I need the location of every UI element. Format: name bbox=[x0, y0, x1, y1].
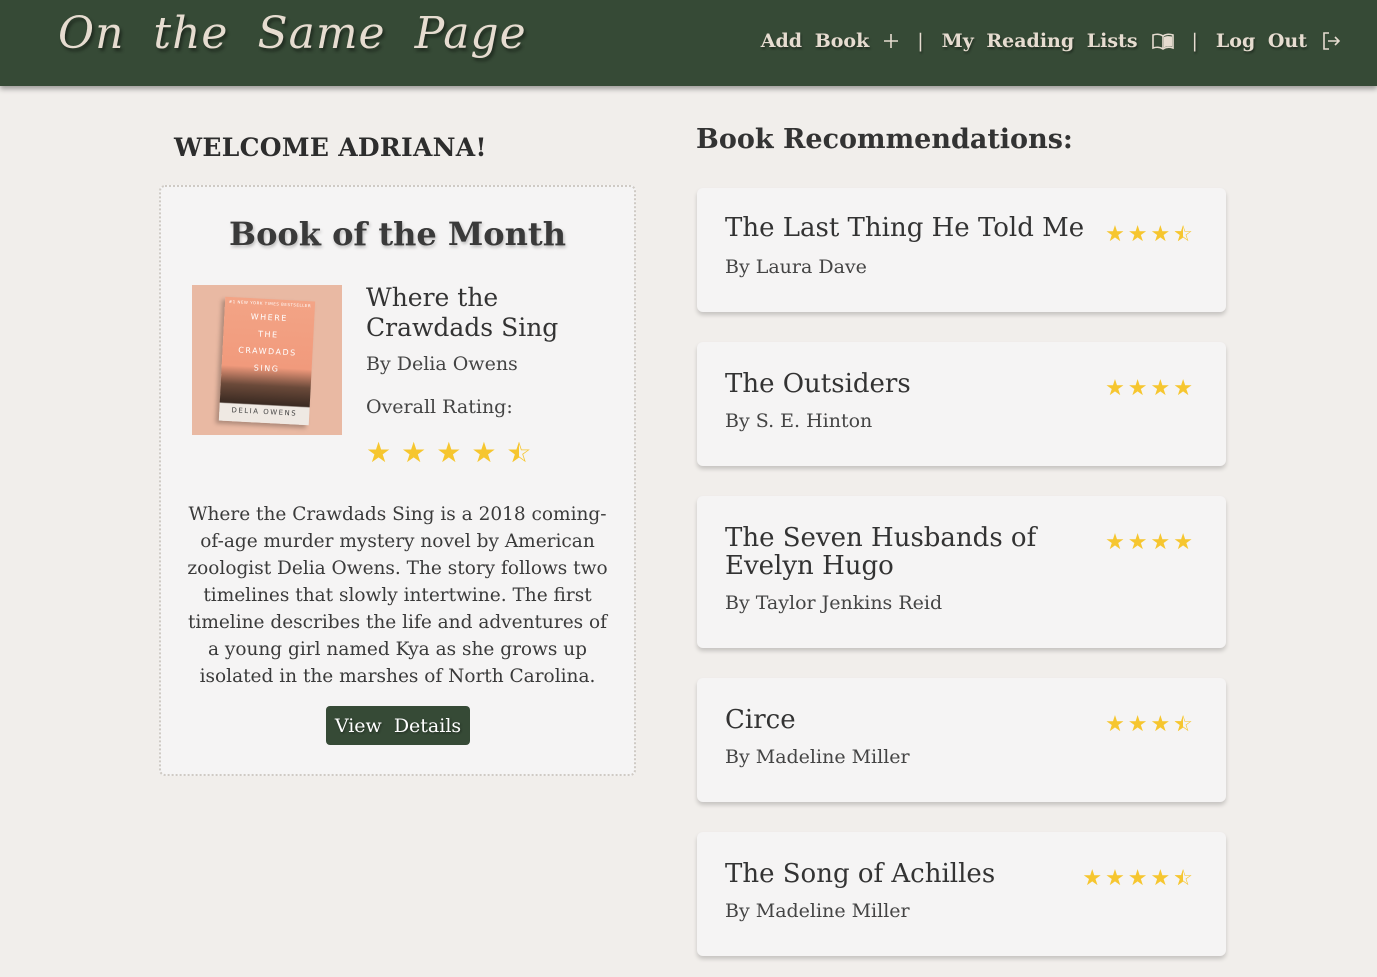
star-full-icon: ★ bbox=[1127, 376, 1148, 401]
book-of-month-card: Book of the Month #1 NEW YORK TIMES BEST… bbox=[159, 185, 636, 776]
view-details-button[interactable]: View Details bbox=[326, 706, 470, 745]
star-full-icon: ★ bbox=[1127, 530, 1148, 555]
cover-title-line: SING bbox=[253, 363, 280, 374]
star-full-icon: ★ bbox=[1105, 530, 1125, 555]
star-rating: ★★★★☆★ bbox=[1082, 868, 1193, 890]
recommendation-card[interactable]: The Last Thing He Told Me By Laura Dave … bbox=[697, 188, 1226, 312]
book-author: By Delia Owens bbox=[366, 353, 518, 375]
star-half-icon: ☆★ bbox=[1173, 866, 1193, 891]
star-rating: ★★★☆★ bbox=[1105, 714, 1193, 736]
star-full-icon: ★ bbox=[1150, 866, 1171, 891]
star-full-icon: ★ bbox=[1150, 530, 1171, 555]
open-book-icon bbox=[1151, 32, 1174, 50]
recommendation-card[interactable]: The Seven Husbands of Evelyn Hugo By Tay… bbox=[697, 496, 1226, 648]
star-half-icon: ☆★ bbox=[1173, 712, 1193, 737]
log-out-label: Log Out bbox=[1215, 30, 1307, 52]
recommendation-card[interactable]: The Outsiders By S. E. Hinton ★ ★ ★ ★ bbox=[697, 342, 1226, 466]
star-half-icon: ☆★ bbox=[1173, 222, 1193, 247]
star-full-icon: ★ bbox=[1127, 222, 1148, 247]
rating-label: Overall Rating: bbox=[366, 396, 513, 418]
star-full-icon: ★ bbox=[1105, 376, 1125, 401]
recommendations-heading: Book Recommendations: bbox=[696, 124, 1073, 155]
star-rating: ★ ★ ★ ★ bbox=[1105, 378, 1193, 400]
star-full-icon: ★ bbox=[1150, 376, 1171, 401]
recommendation-card[interactable]: The Song of Achilles By Madeline Miller … bbox=[697, 832, 1226, 956]
star-full-icon: ★ bbox=[1082, 866, 1103, 891]
book-description: Where the Crawdads Sing is a 2018 coming… bbox=[187, 504, 608, 687]
nav-separator: | bbox=[917, 30, 924, 52]
recommendation-card[interactable]: Circe By Madeline Miller ★★★☆★ bbox=[697, 678, 1226, 802]
rec-book-title: The Song of Achilles bbox=[725, 859, 996, 889]
star-full-icon: ★ bbox=[1127, 866, 1148, 891]
rec-book-author: By Madeline Miller bbox=[725, 746, 910, 768]
rec-book-title: Circe bbox=[725, 705, 796, 735]
rec-book-title: The Last Thing He Told Me bbox=[725, 213, 1085, 243]
add-book-label: Add Book bbox=[760, 30, 870, 52]
star-full-icon: ★ bbox=[1173, 530, 1193, 555]
rec-book-author: By Taylor Jenkins Reid bbox=[725, 592, 943, 614]
star-full-icon: ★ bbox=[1105, 712, 1125, 737]
welcome-heading: WELCOME ADRIANA! bbox=[174, 133, 487, 162]
rec-book-author: By S. E. Hinton bbox=[725, 410, 873, 432]
star-full-icon: ★ bbox=[1105, 222, 1125, 247]
rec-book-title: The Outsiders bbox=[725, 369, 911, 399]
star-rating: ★ ★ ★ ★ bbox=[1105, 532, 1193, 554]
star-full-icon: ★ bbox=[1173, 376, 1193, 401]
reading-lists-link[interactable]: My Reading Lists bbox=[942, 30, 1174, 52]
add-book-link[interactable]: Add Book bbox=[761, 30, 900, 52]
book-title: Where the Crawdads Sing bbox=[366, 283, 559, 342]
star-full-icon: ★ bbox=[1127, 712, 1148, 737]
star-full-icon: ★ bbox=[1105, 866, 1125, 891]
cover-author: DELIA OWENS bbox=[231, 406, 298, 418]
plus-icon bbox=[883, 33, 899, 49]
log-out-link[interactable]: Log Out bbox=[1216, 30, 1341, 52]
star-rating: ★ ★ ★ ★ ☆★ bbox=[366, 439, 532, 467]
nav-links: Add Book | My Reading Lists | Log Out bbox=[761, 28, 1341, 54]
star-half-icon: ☆★ bbox=[506, 436, 532, 469]
reading-lists-label: My Reading Lists bbox=[941, 30, 1138, 52]
star-full-icon: ★ bbox=[471, 436, 497, 469]
nav-separator: | bbox=[1191, 30, 1198, 52]
book-of-month-heading: Book of the Month bbox=[229, 215, 566, 253]
book-cover-image: #1 NEW YORK TIMES BESTSELLER WHERE THE C… bbox=[192, 285, 342, 435]
star-rating: ★★★☆★ bbox=[1105, 224, 1193, 246]
star-full-icon: ★ bbox=[366, 436, 392, 469]
star-full-icon: ★ bbox=[436, 436, 462, 469]
star-full-icon: ★ bbox=[401, 436, 427, 469]
log-out-icon bbox=[1321, 31, 1341, 51]
rec-book-author: By Laura Dave bbox=[725, 256, 867, 278]
rec-book-title: The Seven Husbands of Evelyn Hugo bbox=[725, 523, 1037, 581]
top-nav-bar: On the Same Page Add Book | My Reading L… bbox=[0, 0, 1377, 86]
star-full-icon: ★ bbox=[1150, 222, 1171, 247]
rec-book-author: By Madeline Miller bbox=[725, 900, 910, 922]
site-logo[interactable]: On the Same Page bbox=[58, 8, 527, 59]
star-full-icon: ★ bbox=[1150, 712, 1171, 737]
